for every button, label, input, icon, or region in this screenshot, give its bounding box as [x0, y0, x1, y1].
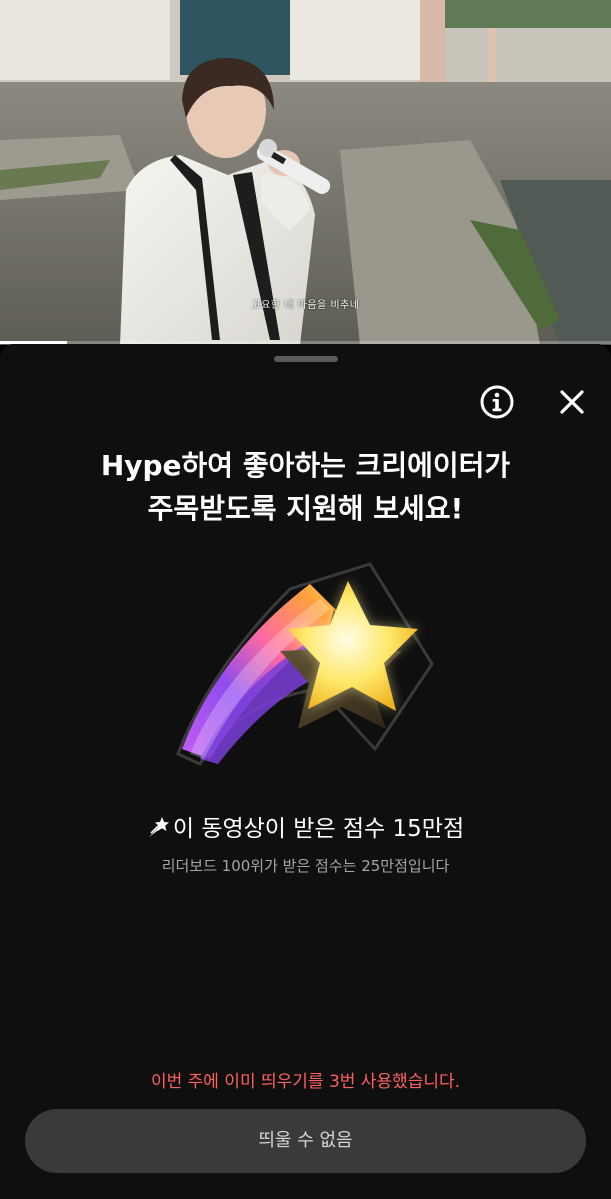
close-icon [560, 390, 584, 414]
headline-line-1: Hype하여 좋아하는 크리에이터가 [100, 449, 511, 482]
boost-limit-warning: 이번 주에 이미 띄우기를 3번 사용했습니다. [150, 1072, 461, 1092]
boost-disabled-button[interactable]: 띄울 수 없음 [25, 1109, 586, 1173]
video-frame [0, 0, 611, 345]
video-subtitle: 고요한 내 마음을 비추네 [251, 300, 360, 311]
shooting-star-illustration [176, 562, 434, 766]
headline-line-2: 주목받도록 지원해 보세요! [147, 492, 464, 525]
sheet-drag-handle[interactable] [274, 356, 338, 362]
info-icon [480, 385, 514, 419]
sheet-headline: Hype하여 좋아하는 크리에이터가 주목받도록 지원해 보세요! [0, 444, 611, 530]
video-score-line: 이 동영상이 받은 점수 15만점 [0, 814, 611, 844]
video-player[interactable]: 고요한 내 마음을 비추네 [0, 0, 611, 345]
hype-bottom-sheet: Hype하여 좋아하는 크리에이터가 주목받도록 지원해 보세요! 이 동영상이… [0, 344, 611, 1199]
shooting-star-emoji-icon [148, 817, 169, 837]
video-score-text: 이 동영상이 받은 점수 15만점 [172, 816, 465, 842]
close-button[interactable] [554, 384, 590, 420]
info-button[interactable] [479, 384, 515, 420]
leaderboard-note: 리더보드 100위가 받은 점수는 25만점입니다 [161, 857, 450, 875]
